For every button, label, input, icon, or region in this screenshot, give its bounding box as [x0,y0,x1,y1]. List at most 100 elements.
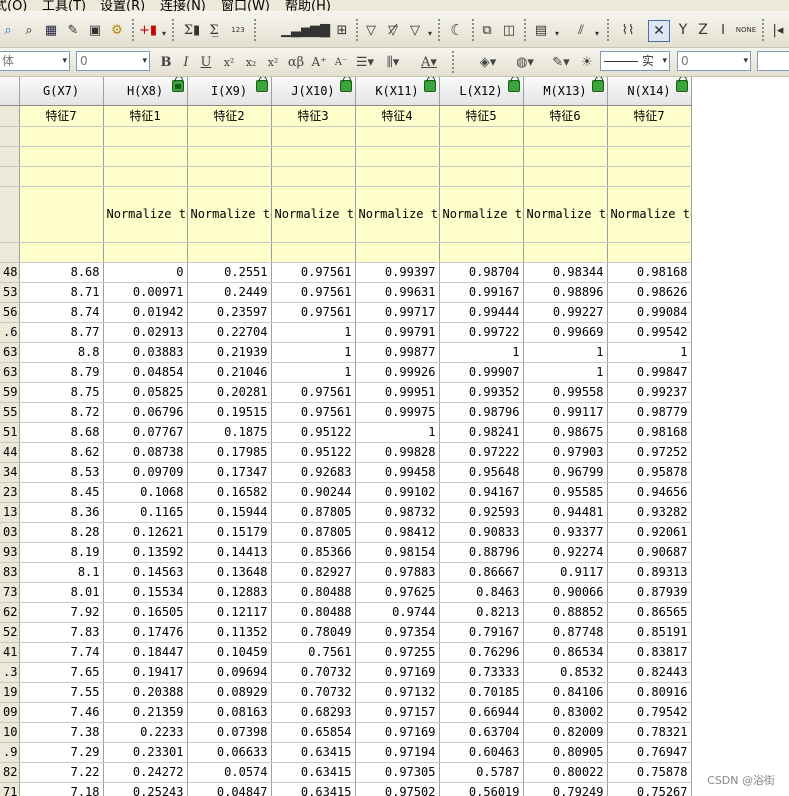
data-cell[interactable]: 0.97169 [355,722,440,743]
menu-connect[interactable]: 连接(N) [160,0,206,11]
data-cell[interactable]: 0.97222 [439,442,524,463]
data-cell[interactable]: 0.76296 [439,642,524,663]
data-cell[interactable]: 0.1165 [103,502,188,523]
data-cell[interactable]: 0.99951 [355,382,440,403]
data-cell[interactable]: 0.2551 [187,262,272,283]
font-color-icon[interactable]: A▾ [414,52,444,72]
meta-cell[interactable] [271,166,356,187]
data-cell[interactable]: 0.09709 [103,462,188,483]
meta-cell[interactable] [19,242,104,263]
data-cell[interactable]: 0.13592 [103,542,188,563]
meta-cell[interactable] [355,126,440,147]
chevron-down-icon[interactable]: ▾ [142,52,147,70]
meta-cell[interactable] [439,166,524,187]
meta-cell[interactable]: Normalize to [0, 1] of "特征6" [523,186,608,243]
data-cell[interactable]: 0.98626 [607,282,692,303]
script-icon[interactable]: ▣ [86,21,104,39]
data-cell[interactable]: 0.88852 [523,602,608,623]
data-cell[interactable]: 0.98675 [523,422,608,443]
row-header[interactable] [0,242,20,263]
cell-partial[interactable]: 93 [0,542,20,563]
data-cell[interactable]: 0.94167 [439,482,524,503]
increase-font-button[interactable]: A⁺ [310,52,328,72]
data-cell[interactable]: 0.06796 [103,402,188,423]
data-cell[interactable]: 0.99084 [607,302,692,323]
duplicate-icon[interactable]: ⧉ [478,21,496,39]
filter-icon[interactable]: ▽ [362,21,380,39]
data-cell[interactable]: 0.07767 [103,422,188,443]
data-cell[interactable]: 0.97625 [355,582,440,603]
data-cell[interactable]: 0.14413 [187,542,272,563]
data-cell[interactable]: 0.08738 [103,442,188,463]
data-cell[interactable]: 0.63415 [271,782,356,796]
bar-chart-icon[interactable]: ▁▃▅ [281,21,311,39]
data-cell[interactable]: 1 [271,362,356,383]
data-cell[interactable]: 1 [523,362,608,383]
meta-cell[interactable] [187,166,272,187]
data-cell[interactable]: 8.68 [19,262,104,283]
data-cell[interactable]: 0.99167 [439,282,524,303]
move-left-icon[interactable]: |◂ [770,21,786,39]
data-cell[interactable]: 0.19515 [187,402,272,423]
data-cell[interactable]: 0.94481 [523,502,608,523]
font-combo[interactable]: 体 ▾ [0,51,70,71]
data-cell[interactable]: 0.99907 [439,362,524,383]
data-cell[interactable]: 7.46 [19,702,104,723]
data-cell[interactable]: 0.01942 [103,302,188,323]
data-cell[interactable]: 0.06633 [187,742,272,763]
data-cell[interactable]: 0.15534 [103,582,188,603]
data-cell[interactable]: 7.92 [19,602,104,623]
data-cell[interactable]: 0.11352 [187,622,272,643]
data-cell[interactable]: 0.97883 [355,562,440,583]
bold-button[interactable]: B [158,52,174,72]
data-cell[interactable]: 1 [355,422,440,443]
data-cell[interactable]: 0.95122 [271,442,356,463]
data-cell[interactable]: 0.95122 [271,422,356,443]
dropdown-arrow-icon[interactable]: ▾ [555,29,559,38]
data-cell[interactable]: 0.05825 [103,382,188,403]
meta-cell[interactable] [523,146,608,167]
meta-cell[interactable] [19,126,104,147]
menu-help[interactable]: 帮助(H) [285,0,331,11]
data-cell[interactable]: 0.95585 [523,482,608,503]
data-cell[interactable]: 0.9117 [523,562,608,583]
underline-button[interactable]: U [198,52,214,72]
zoom-icon[interactable]: ⌕ [0,21,16,39]
data-cell[interactable]: 8.1 [19,562,104,583]
cell-partial[interactable]: 10 [0,722,20,743]
cell-partial[interactable]: 71 [0,782,20,796]
data-cell[interactable]: 0.87805 [271,522,356,543]
data-cell[interactable]: 0.94656 [607,482,692,503]
data-cell[interactable]: 0.82009 [523,722,608,743]
data-cell[interactable]: 0.97561 [271,402,356,423]
data-cell[interactable]: 1 [439,342,524,363]
data-cell[interactable]: 0.97132 [355,682,440,703]
data-cell[interactable]: 0.63415 [271,742,356,763]
data-cell[interactable]: 0.23301 [103,742,188,763]
data-cell[interactable]: 0.98896 [523,282,608,303]
data-cell[interactable]: 0.20281 [187,382,272,403]
italic-button[interactable]: I [178,52,194,72]
meta-cell[interactable] [19,146,104,167]
data-cell[interactable]: 0.15944 [187,502,272,523]
data-cell[interactable]: 0.97502 [355,782,440,796]
data-cell[interactable]: 0.70185 [439,682,524,703]
data-cell[interactable]: 0.08929 [187,682,272,703]
data-cell[interactable]: 0.92683 [271,462,356,483]
data-cell[interactable]: 0.85191 [607,622,692,643]
data-cell[interactable]: 7.65 [19,662,104,683]
chevron-down-icon[interactable]: ▾ [62,52,67,70]
data-cell[interactable]: 8.79 [19,362,104,383]
data-cell[interactable]: 7.18 [19,782,104,796]
filter-options-icon[interactable]: ▽ [406,21,424,39]
data-cell[interactable]: 0.98779 [607,402,692,423]
lock-icon[interactable] [507,77,520,92]
data-cell[interactable]: 8.36 [19,502,104,523]
data-cell[interactable]: 1 [607,342,692,363]
y-axis-button[interactable]: Y [674,21,692,39]
data-cell[interactable]: 0.23597 [187,302,272,323]
data-cell[interactable]: 0.8532 [523,662,608,683]
data-cell[interactable]: 0.87748 [523,622,608,643]
data-cell[interactable]: 0.90687 [607,542,692,563]
meta-cell[interactable] [439,126,524,147]
